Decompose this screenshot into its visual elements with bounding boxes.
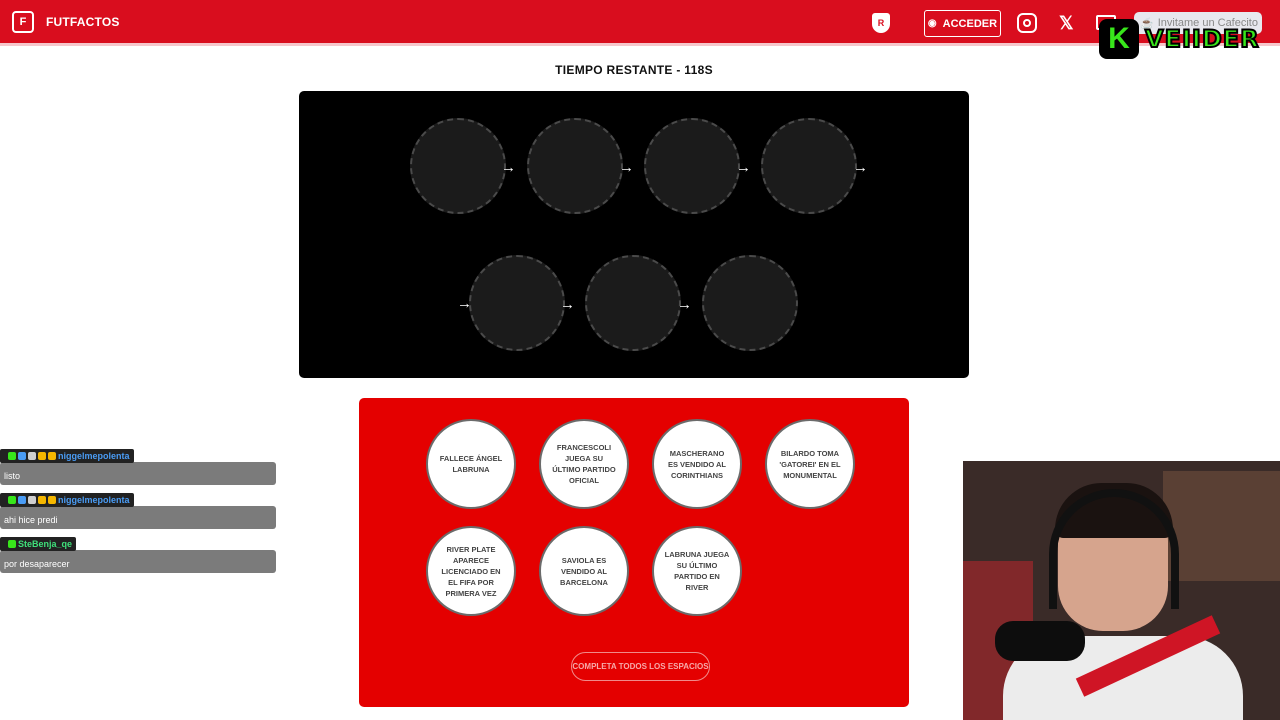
kick-logo-icon: K	[1099, 19, 1139, 59]
futfactos-logo-icon[interactable]: F	[12, 11, 34, 33]
instagram-icon[interactable]	[1017, 13, 1037, 33]
badge-icon	[8, 540, 16, 548]
chat-message-header: niggelmepolenta	[0, 449, 134, 463]
timeline-slot-5[interactable]	[469, 255, 565, 351]
time-remaining: TIEMPO RESTANTE - 118S	[555, 63, 713, 77]
chat-text: por desaparecer	[0, 550, 276, 573]
user-icon: ◉	[927, 18, 937, 29]
chat-message-header: SteBenja_qe	[0, 537, 77, 551]
event-card-label: BILARDO TOMA 'GATOREI' EN EL MONUMENTAL	[779, 448, 841, 480]
event-card-label: FRANCESCOLI JUEGA SU ÚLTIMO PARTIDO OFIC…	[552, 443, 616, 485]
chat-username: niggelmepolenta	[58, 495, 130, 505]
headset-icon	[1049, 489, 1179, 609]
chat-username: niggelmepolenta	[58, 451, 130, 461]
badge-icon	[48, 452, 56, 460]
top-navbar: F FUTFACTOS R ◉ ACCEDER 𝕏 ☕ Invitame un …	[0, 0, 1280, 46]
x-twitter-icon[interactable]: 𝕏	[1059, 12, 1074, 34]
login-button[interactable]: ◉ ACCEDER	[924, 10, 1001, 37]
timeline-slot-4[interactable]	[761, 118, 857, 214]
arrow-right-icon: →	[560, 296, 575, 313]
stream-chat: niggelmepolenta listo niggelmepolenta ah…	[0, 447, 276, 579]
arrow-right-icon: →	[619, 159, 634, 176]
webcam-shelf	[1163, 471, 1280, 581]
timeline-board: → → → → → → →	[299, 91, 969, 378]
chat-message: niggelmepolenta ahi hice predi	[0, 491, 276, 529]
timeline-slot-3[interactable]	[644, 118, 740, 214]
chat-text: ahi hice predi	[0, 506, 276, 529]
event-card[interactable]: BILARDO TOMA 'GATOREI' EN EL MONUMENTAL	[765, 419, 855, 509]
microphone-icon	[995, 621, 1085, 661]
event-card[interactable]: MASCHERANO ES VENDIDO AL CORINTHIANS	[652, 419, 742, 509]
arrow-right-icon: →	[501, 159, 516, 176]
event-card-label: LABRUNA JUEGA SU ÚLTIMO PARTIDO EN RIVER	[664, 550, 730, 592]
badge-icon	[28, 496, 36, 504]
event-card[interactable]: RIVER PLATE APARECE LICENCIADO EN EL FIF…	[426, 526, 516, 616]
badge-icon	[48, 496, 56, 504]
streamer-overlay-brand: K VEIIDER	[1099, 17, 1260, 61]
timeline-slot-2[interactable]	[527, 118, 623, 214]
badge-icon	[38, 496, 46, 504]
event-card-label: RIVER PLATE APARECE LICENCIADO EN EL FIF…	[441, 544, 501, 598]
arrow-right-icon: →	[677, 296, 692, 313]
badge-icon	[8, 496, 16, 504]
event-card-label: MASCHERANO ES VENDIDO AL CORINTHIANS	[667, 448, 727, 480]
channel-name: VEIIDER	[1144, 24, 1260, 54]
badge-icon	[18, 452, 26, 460]
timeline-slot-7[interactable]	[702, 255, 798, 351]
arrow-right-icon: →	[853, 159, 868, 176]
event-card-label: SAVIOLA ES VENDIDO AL BARCELONA	[560, 555, 608, 587]
chat-username: SteBenja_qe	[18, 539, 73, 549]
event-card[interactable]: SAVIOLA ES VENDIDO AL BARCELONA	[539, 526, 629, 616]
chat-message: SteBenja_qe por desaparecer	[0, 535, 276, 573]
brand-name[interactable]: FUTFACTOS	[46, 15, 120, 29]
webcam-feed	[963, 461, 1280, 720]
badge-icon	[28, 452, 36, 460]
event-cards-panel: FALLECE ÁNGEL LABRUNA FRANCESCOLI JUEGA …	[359, 398, 909, 707]
event-card-label: FALLECE ÁNGEL LABRUNA	[439, 454, 503, 474]
chat-message: niggelmepolenta listo	[0, 447, 276, 485]
chat-text: listo	[0, 462, 276, 485]
chat-message-header: niggelmepolenta	[0, 493, 134, 507]
club-shield-icon[interactable]: R	[872, 13, 890, 33]
arrow-right-icon: →	[736, 159, 751, 176]
timeline-slot-1[interactable]	[410, 118, 506, 214]
badge-icon	[18, 496, 26, 504]
login-label: ACCEDER	[942, 17, 998, 30]
badge-icon	[8, 452, 16, 460]
event-card[interactable]: LABRUNA JUEGA SU ÚLTIMO PARTIDO EN RIVER	[652, 526, 742, 616]
complete-all-slots-button[interactable]: COMPLETA TODOS LOS ESPACIOS	[571, 652, 710, 681]
timeline-slot-6[interactable]	[585, 255, 681, 351]
event-card[interactable]: FRANCESCOLI JUEGA SU ÚLTIMO PARTIDO OFIC…	[539, 419, 629, 509]
event-card[interactable]: FALLECE ÁNGEL LABRUNA	[426, 419, 516, 509]
badge-icon	[38, 452, 46, 460]
